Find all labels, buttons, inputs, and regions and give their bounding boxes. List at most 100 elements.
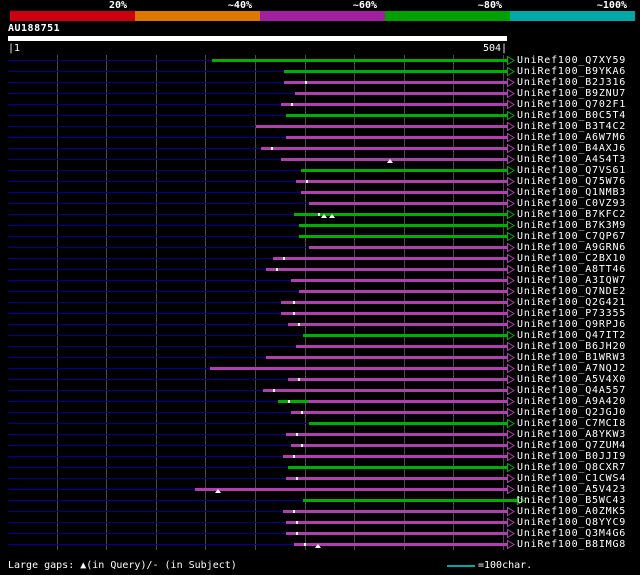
alignment-bar[interactable] — [298, 224, 507, 227]
subject-label[interactable]: UniRef100_A8YKW3 — [517, 429, 626, 440]
subject-label[interactable]: UniRef100_Q4A557 — [517, 385, 626, 396]
subject-label[interactable]: UniRef100_Q3M4G6 — [517, 528, 626, 539]
alignment-bar[interactable] — [262, 389, 507, 392]
subject-label[interactable]: UniRef100_P73355 — [517, 308, 626, 319]
alignment-bar[interactable] — [293, 543, 507, 546]
subject-label[interactable]: UniRef100_A9A420 — [517, 396, 626, 407]
subject-label[interactable]: UniRef100_B0JJI9 — [517, 451, 626, 462]
subject-label[interactable]: UniRef100_Q9RPJ6 — [517, 319, 626, 330]
subject-label[interactable]: UniRef100_C0VZ93 — [517, 198, 626, 209]
subject-label[interactable]: UniRef100_Q7XY59 — [517, 55, 626, 66]
subject-label[interactable]: UniRef100_Q7VS61 — [517, 165, 626, 176]
subject-label[interactable]: UniRef100_B7K3M9 — [517, 220, 626, 231]
alignment-bar[interactable] — [277, 400, 308, 403]
alignment-bar[interactable] — [210, 367, 507, 370]
alignment-bar[interactable] — [298, 235, 507, 238]
subject-label[interactable]: UniRef100_A7NQJ2 — [517, 363, 626, 374]
subject-label[interactable]: UniRef100_B8IMG8 — [517, 539, 626, 550]
alignment-bar[interactable] — [282, 455, 507, 458]
alignment-arrowhead-icon — [507, 320, 515, 329]
alignment-row: UniRef100_A6W7M6 — [0, 132, 640, 143]
subject-label[interactable]: UniRef100_Q47IT2 — [517, 330, 626, 341]
subject-label[interactable]: UniRef100_Q7NDE2 — [517, 286, 626, 297]
subject-label[interactable]: UniRef100_A3IQW7 — [517, 275, 626, 286]
subject-label[interactable]: UniRef100_A6W7M6 — [517, 132, 626, 143]
subject-label[interactable]: UniRef100_B0C5T4 — [517, 110, 626, 121]
subject-gap-mark — [272, 389, 275, 392]
subject-label[interactable]: UniRef100_C7QP67 — [517, 231, 626, 242]
subject-label[interactable]: UniRef100_C7MCI8 — [517, 418, 626, 429]
subject-label[interactable]: UniRef100_C1CWS4 — [517, 473, 626, 484]
subject-label[interactable]: UniRef100_Q75W76 — [517, 176, 626, 187]
alignment-bar[interactable] — [265, 268, 507, 271]
alignment-bar[interactable] — [265, 356, 507, 359]
subject-gap-mark — [295, 532, 298, 535]
alignment-bar[interactable] — [308, 422, 507, 425]
alignment-bar[interactable] — [295, 180, 507, 183]
alignment-bar[interactable] — [300, 169, 507, 172]
alignment-bar[interactable] — [298, 290, 507, 293]
subject-label[interactable]: UniRef100_B2J316 — [517, 77, 626, 88]
subject-label[interactable]: UniRef100_B5WC43 — [517, 495, 626, 506]
alignment-bar[interactable] — [282, 510, 507, 513]
alignment-bar[interactable] — [285, 532, 507, 535]
alignment-bar[interactable] — [285, 136, 507, 139]
alignment-bar[interactable] — [285, 114, 507, 117]
alignment-bar[interactable] — [256, 125, 507, 128]
alignment-bar[interactable] — [302, 499, 517, 502]
alignment-bar[interactable] — [290, 279, 507, 282]
alignment-bar[interactable] — [300, 191, 507, 194]
subject-label[interactable]: UniRef100_B7KFC2 — [517, 209, 626, 220]
alignment-bar[interactable] — [283, 81, 507, 84]
alignment-bar[interactable] — [280, 103, 507, 106]
alignment-bar[interactable] — [260, 147, 507, 150]
alignment-bar[interactable] — [195, 488, 507, 491]
alignment-bar[interactable] — [307, 400, 507, 403]
subject-label[interactable]: UniRef100_B3T4C2 — [517, 121, 626, 132]
alignment-bar[interactable] — [280, 312, 507, 315]
alignment-bar[interactable] — [302, 334, 507, 337]
alignment-arrowhead-icon — [507, 540, 515, 549]
subject-label[interactable]: UniRef100_B9YKA6 — [517, 66, 626, 77]
subject-label[interactable]: UniRef100_A4S4T3 — [517, 154, 626, 165]
subject-label[interactable]: UniRef100_B4AXJ6 — [517, 143, 626, 154]
subject-label[interactable]: UniRef100_A5V423 — [517, 484, 626, 495]
subject-gap-mark — [295, 433, 298, 436]
identity-scale-bar — [10, 11, 635, 21]
alignment-bar[interactable] — [283, 70, 507, 73]
alignment-bar[interactable] — [287, 323, 507, 326]
subject-label[interactable]: UniRef100_A0ZMK5 — [517, 506, 626, 517]
alignment-bar[interactable] — [285, 521, 507, 524]
subject-label[interactable]: UniRef100_Q2JGJ0 — [517, 407, 626, 418]
alignment-arrowhead-icon — [507, 408, 515, 417]
alignment-bar[interactable] — [308, 202, 507, 205]
subject-label[interactable]: UniRef100_B9ZNU7 — [517, 88, 626, 99]
alignment-bar[interactable] — [294, 92, 507, 95]
subject-label[interactable]: UniRef100_A9GRN6 — [517, 242, 626, 253]
subject-label[interactable]: UniRef100_Q2G421 — [517, 297, 626, 308]
alignment-bar[interactable] — [287, 466, 507, 469]
subject-label[interactable]: UniRef100_Q8YYC9 — [517, 517, 626, 528]
alignment-bar[interactable] — [290, 411, 507, 414]
subject-label[interactable]: UniRef100_Q702F1 — [517, 99, 626, 110]
alignment-bar[interactable] — [290, 444, 507, 447]
subject-label[interactable]: UniRef100_B1WRW3 — [517, 352, 626, 363]
alignment-bar[interactable] — [280, 158, 507, 161]
alignment-bar[interactable] — [285, 433, 507, 436]
subject-label[interactable]: UniRef100_A5V4X0 — [517, 374, 626, 385]
subject-label[interactable]: UniRef100_Q8CXR7 — [517, 462, 626, 473]
subject-label[interactable]: UniRef100_B6JH20 — [517, 341, 626, 352]
subject-label[interactable]: UniRef100_Q7ZUM4 — [517, 440, 626, 451]
subject-label[interactable]: UniRef100_C2BX10 — [517, 253, 626, 264]
subject-label[interactable]: UniRef100_Q1NMB3 — [517, 187, 626, 198]
alignment-row: UniRef100_A0ZMK5 — [0, 506, 640, 517]
subject-label[interactable]: UniRef100_A8TT46 — [517, 264, 626, 275]
alignment-bar[interactable] — [308, 246, 507, 249]
alignment-bar[interactable] — [212, 59, 507, 62]
alignment-bar[interactable] — [280, 301, 507, 304]
alignment-bar[interactable] — [285, 477, 507, 480]
alignment-bar[interactable] — [272, 257, 507, 260]
alignment-arrowhead-icon — [507, 89, 515, 98]
alignment-bar[interactable] — [287, 378, 507, 381]
alignment-bar[interactable] — [295, 345, 507, 348]
